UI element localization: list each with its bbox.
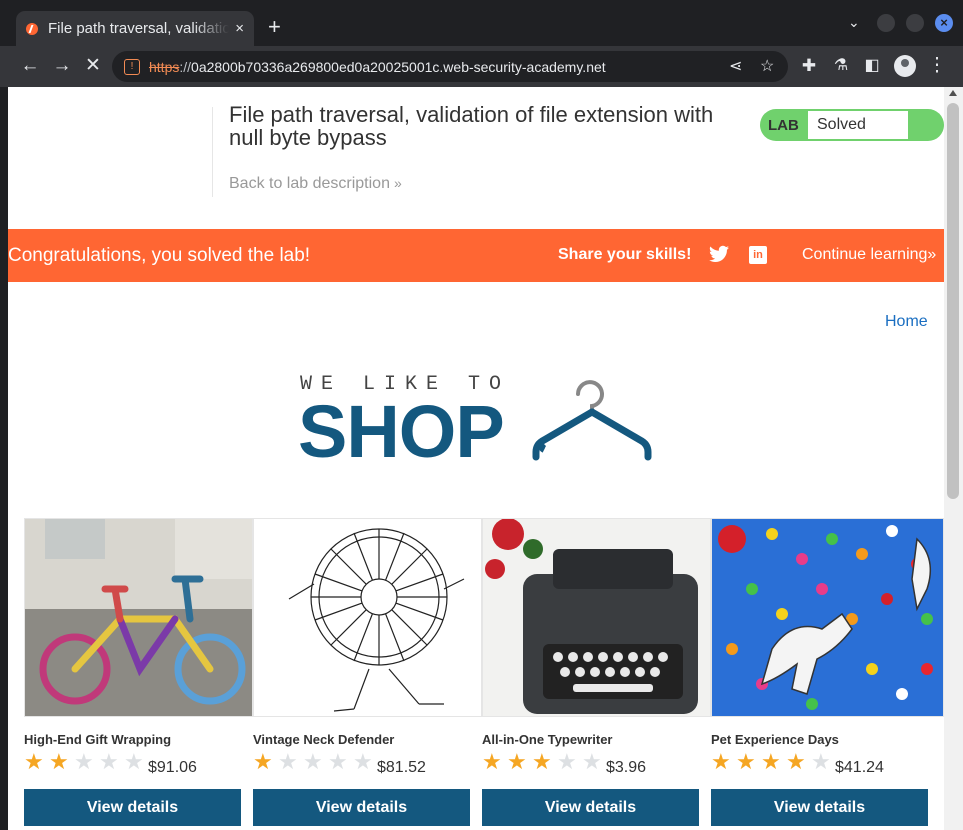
continue-learning-label: Continue learning [802, 246, 928, 263]
view-details-button[interactable]: View details [482, 789, 699, 826]
star-empty-icon: ★ [582, 749, 602, 774]
tab-search-chevron-icon[interactable]: ⌄ [848, 14, 866, 32]
extensions-icon[interactable]: ✚ [797, 54, 821, 78]
lab-header: File path traversal, validation of file … [8, 87, 944, 229]
product-image-pet-experience [711, 518, 944, 717]
product-price: $91.06 [148, 759, 197, 776]
browser-toolbar: ← → ✕ ! https://0a2800b70336a269800ed0a2… [0, 46, 963, 87]
congratulations-message: Congratulations, you solved the lab! [8, 245, 311, 266]
double-chevron-icon: » [927, 246, 937, 263]
stop-loading-icon[interactable]: ✕ [81, 54, 105, 78]
star-filled-icon: ★ [253, 749, 273, 774]
product-name: All-in-One Typewriter [482, 732, 613, 747]
rating-stars: ★ ★ ★ ★ ★ [24, 749, 149, 774]
tab-title: File path traversal, validation of file … [48, 20, 230, 37]
star-filled-icon: ★ [49, 749, 69, 774]
address-bar[interactable]: ! https://0a2800b70336a269800ed0a2002500… [112, 51, 788, 82]
product-image-neck-defender [253, 518, 482, 717]
double-chevron-icon: » [393, 175, 402, 191]
shop-logo: WE LIKE TO SHOP [298, 369, 658, 469]
browser-tabbar: File path traversal, validation of file … [0, 0, 963, 46]
page-scrollbar[interactable] [944, 87, 963, 830]
labs-flask-icon[interactable]: ⚗ [829, 54, 853, 78]
star-filled-icon: ★ [736, 749, 756, 774]
product-name: Pet Experience Days [711, 732, 839, 747]
menu-kebab-icon[interactable]: ⋮ [925, 54, 949, 78]
url-host: 0a2800b70336a269800ed0a20025001c.web-sec… [191, 58, 606, 75]
star-filled-icon: ★ [786, 749, 806, 774]
hanger-icon [532, 380, 652, 461]
share-icon[interactable]: ⋖ [729, 56, 742, 76]
star-filled-icon: ★ [761, 749, 781, 774]
back-to-lab-description-link[interactable]: Back to lab description» [229, 175, 402, 193]
profile-avatar[interactable] [894, 55, 916, 77]
lab-title: File path traversal, validation of file … [229, 102, 714, 150]
star-empty-icon: ★ [328, 749, 348, 774]
view-details-button[interactable]: View details [24, 789, 241, 826]
star-empty-icon: ★ [303, 749, 323, 774]
view-details-button[interactable]: View details [711, 789, 928, 826]
minimize-button[interactable] [877, 14, 895, 32]
not-secure-icon[interactable]: ! [124, 58, 140, 75]
lab-badge-label: LAB [768, 117, 799, 134]
back-arrow-icon[interactable]: ← [18, 54, 42, 78]
product-name: Vintage Neck Defender [253, 732, 395, 747]
star-filled-icon: ★ [507, 749, 527, 774]
star-empty-icon: ★ [99, 749, 119, 774]
star-filled-icon: ★ [532, 749, 552, 774]
star-filled-icon: ★ [482, 749, 502, 774]
star-empty-icon: ★ [74, 749, 94, 774]
maximize-button[interactable] [906, 14, 924, 32]
side-panel-icon[interactable]: ◧ [860, 54, 884, 78]
page-viewport: File path traversal, validation of file … [8, 87, 944, 830]
product-price: $3.96 [606, 759, 647, 776]
rating-stars: ★ ★ ★ ★ ★ [711, 749, 836, 774]
scrollbar-thumb[interactable] [947, 103, 959, 499]
linkedin-icon[interactable]: in [749, 246, 767, 264]
forward-arrow-icon[interactable]: → [50, 54, 74, 78]
star-filled-icon: ★ [711, 749, 731, 774]
product-price: $41.24 [835, 759, 884, 776]
bookmark-star-icon[interactable]: ☆ [760, 56, 774, 76]
tab-close-icon[interactable]: × [235, 20, 244, 37]
view-details-button[interactable]: View details [253, 789, 470, 826]
url-scheme: https [149, 58, 180, 75]
lab-status-badge: LAB Solved [760, 109, 944, 141]
logo-word: SHOP [298, 390, 505, 473]
star-empty-icon: ★ [557, 749, 577, 774]
header-divider [212, 107, 213, 197]
favicon-icon [26, 22, 38, 35]
home-link[interactable]: Home [885, 313, 928, 331]
scroll-up-arrow-icon[interactable] [949, 90, 957, 96]
continue-learning-link[interactable]: Continue learning» [802, 246, 936, 264]
product-image-gift-wrapping [24, 518, 253, 717]
window-close-button[interactable]: × [935, 14, 953, 32]
solved-banner: Congratulations, you solved the lab! Sha… [8, 229, 944, 282]
url-separator: :// [179, 58, 192, 75]
star-empty-icon: ★ [811, 749, 831, 774]
star-filled-icon: ★ [24, 749, 44, 774]
product-price: $81.52 [377, 759, 426, 776]
star-empty-icon: ★ [124, 749, 144, 774]
browser-tab[interactable]: File path traversal, validation of file … [16, 11, 254, 46]
back-link-label: Back to lab description [229, 175, 390, 192]
window-edge [0, 87, 8, 830]
new-tab-button[interactable]: + [268, 14, 281, 40]
rating-stars: ★ ★ ★ ★ ★ [253, 749, 378, 774]
product-grid: High-End Gift Wrapping ★ ★ ★ ★ ★ $91.06 View… [24, 518, 944, 830]
star-empty-icon: ★ [353, 749, 373, 774]
twitter-icon[interactable] [709, 245, 729, 268]
star-empty-icon: ★ [278, 749, 298, 774]
lab-status-text: Solved [808, 111, 908, 139]
product-name: High-End Gift Wrapping [24, 732, 172, 747]
share-skills-label: Share your skills! [558, 246, 692, 263]
product-image-typewriter [482, 518, 711, 717]
rating-stars: ★ ★ ★ ★ ★ [482, 749, 607, 774]
